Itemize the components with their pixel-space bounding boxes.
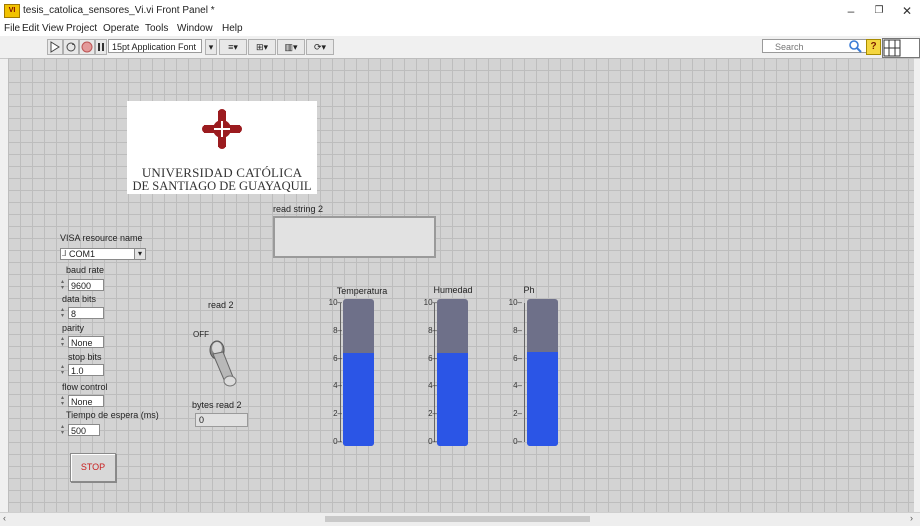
reorder-icon[interactable]: ⟳▾ [306,39,334,55]
read-switch-label: read 2 [208,300,234,310]
stop-bits-label: stop bits [68,352,102,362]
minimize-icon[interactable]: – [840,3,862,19]
tank-label-ph: Ph [523,285,535,295]
data-bits-field[interactable]: 8 [68,307,104,319]
align-objects-icon[interactable]: ≡▾ [219,39,247,55]
run-arrow-icon[interactable] [47,39,63,55]
read-string-indicator [273,216,436,258]
tank-tick-humedad-4: 4– [428,381,437,391]
menu-window[interactable]: Window [177,23,213,34]
visa-resource-value: COM1 [69,249,96,259]
tank-scale-line-temperatura [340,303,341,442]
bytes-read-label: bytes read 2 [192,400,242,410]
menu-view[interactable]: View [42,23,64,34]
university-seal-icon [202,109,242,149]
search-icon[interactable] [848,39,862,53]
tank-tick-humedad-0: 0– [428,437,437,446]
resize-objects-icon[interactable]: ▥▾ [277,39,305,55]
stop-bits-spinner-icon[interactable]: ▴ ▾ [61,364,67,376]
abort-icon[interactable] [79,39,95,55]
tank-tick-temperatura-8: 8– [333,325,342,335]
flow-control-field[interactable]: None [68,395,104,407]
tank-tick-ph-2: 2– [513,409,522,419]
tank-tick-ph-10: 10– [508,298,522,307]
tank-tick-humedad-10: 10– [423,298,437,307]
tank-tick-ph-0: 0– [513,437,522,446]
close-icon[interactable]: ✕ [896,3,918,19]
tank-tick-temperatura-10: 10– [328,298,342,307]
tank-tick-temperatura-4: 4– [333,381,342,391]
stop-bits-field[interactable]: 1.0 [68,364,104,376]
tank-fill-humedad [437,353,468,446]
maximize-icon[interactable]: ❐ [868,3,890,19]
help-icon[interactable]: ? [866,39,881,55]
window-title: tesis_catolica_sensores_Vi.vi Front Pane… [23,5,215,16]
title-bar: VI tesis_catolica_sensores_Vi.vi Front P… [0,0,920,22]
font-select[interactable]: 15pt Application Font [108,39,202,53]
visa-dropdown-icon[interactable]: ▾ [134,249,145,259]
flow-control-label: flow control [62,382,108,392]
parity-label: parity [62,323,85,333]
tank-tick-temperatura-2: 2– [333,409,342,419]
menu-bar: File Edit View Project Operate Tools Win… [0,22,920,36]
font-dropdown-chevron-icon[interactable]: ▾ [205,39,217,55]
tank-ph [527,299,558,446]
tank-humedad [437,299,468,446]
university-logo: UNIVERSIDAD CATÓLICA DE SANTIAGO DE GUAY… [127,101,317,194]
tank-scale-line-humedad [434,303,435,442]
tank-tick-temperatura-6: 6– [333,353,342,363]
scroll-right-icon[interactable]: › [910,513,913,523]
scroll-left-icon[interactable]: ‹ [3,513,6,523]
parity-spinner-icon[interactable]: ▴ ▾ [61,336,67,348]
logo-text-line2: DE SANTIAGO DE GUAYAQUIL [132,179,312,193]
scrollbar-thumb[interactable] [325,516,590,522]
visa-resource-label: VISA resource name [60,233,143,243]
tank-label-temperatura: Temperatura [336,286,388,296]
menu-operate[interactable]: Operate [103,23,139,34]
tank-temperatura [343,299,374,446]
parity-field[interactable]: None [68,336,104,348]
labview-app-icon: VI [4,4,20,18]
tank-tick-ph-8: 8– [513,325,522,335]
menu-file[interactable]: File [4,23,20,34]
timeout-spinner-icon[interactable]: ▴ ▾ [61,424,67,436]
menu-help[interactable]: Help [222,23,243,34]
run-continuously-icon[interactable] [63,39,79,55]
timeout-field[interactable]: 500 [68,424,100,436]
flow-control-spinner-icon[interactable]: ▴ ▾ [61,395,67,407]
tank-tick-humedad-6: 6– [428,353,437,363]
read-toggle-switch[interactable] [203,330,243,390]
data-bits-spinner-icon[interactable]: ▴ ▾ [61,307,67,319]
visa-resource-select[interactable]: ⅃ COM1 ▾ [60,248,146,260]
toolbar: 15pt Application Font ▾ ≡▾ ⊞▾ ▥▾ ⟳▾ Sear… [0,36,920,59]
tank-tick-ph-4: 4– [513,381,522,391]
distribute-objects-icon[interactable]: ⊞▾ [248,39,276,55]
tank-tick-humedad-8: 8– [428,325,437,335]
tank-tick-temperatura-0: 0– [333,437,342,446]
visa-io-icon: ⅃ [62,249,67,258]
pause-icon[interactable] [95,39,107,55]
baud-rate-label: baud rate [66,265,105,275]
bytes-read-indicator: 0 [195,413,248,427]
tank-fill-ph [527,351,558,446]
menu-tools[interactable]: Tools [145,23,168,34]
menu-edit[interactable]: Edit [22,23,39,34]
tank-fill-temperatura [343,353,374,446]
baud-rate-field[interactable]: 9600 [68,279,104,291]
tank-scale-line-ph [524,303,525,442]
baud-rate-spinner-icon[interactable]: ▴ ▾ [61,279,67,291]
tank-label-humedad: Humedad [433,285,473,295]
connector-pane-icon[interactable] [882,38,920,58]
tank-tick-ph-6: 6– [513,353,522,363]
tank-tick-humedad-2: 2– [428,409,437,419]
read-string-label: read string 2 [273,204,324,214]
menu-project[interactable]: Project [66,23,97,34]
stop-button[interactable]: STOP [70,453,116,482]
timeout-label: Tiempo de espera (ms) [66,410,159,420]
data-bits-label: data bits [62,294,97,304]
